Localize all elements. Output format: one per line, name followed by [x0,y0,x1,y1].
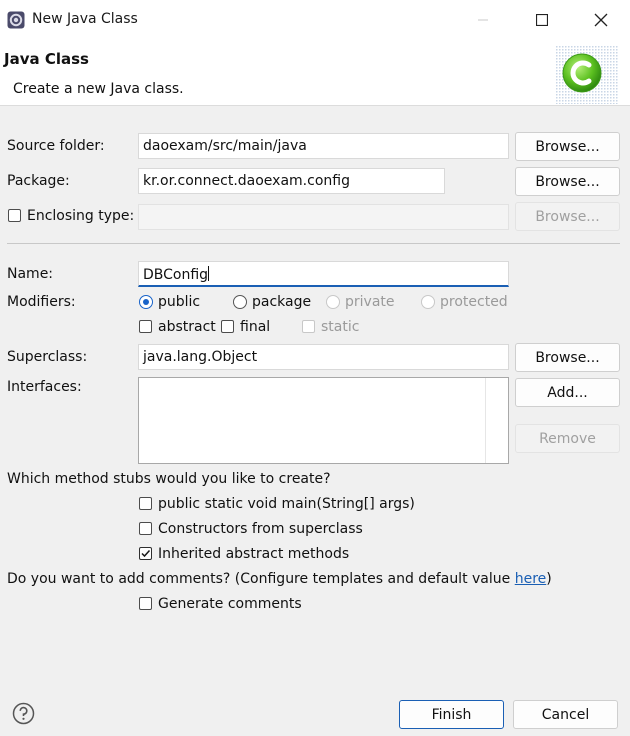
modifier-private-label: private [345,294,395,310]
name-input[interactable]: DBConfig [138,261,509,287]
enclosing-type-input [138,204,509,230]
generate-comments-checkbox[interactable] [139,597,152,610]
modifier-public-label: public [158,294,201,310]
add-interface-button[interactable]: Add... [515,378,620,407]
enclosing-type-checkbox[interactable] [8,209,21,222]
modifiers-label: Modifiers: [7,294,76,310]
configure-templates-link[interactable]: here [515,571,547,587]
minimize-icon [478,19,488,21]
maximize-button[interactable] [519,0,565,40]
source-folder-browse-button[interactable]: Browse... [515,132,620,161]
interfaces-label: Interfaces: [7,379,82,395]
superclass-browse-button[interactable]: Browse... [515,343,620,372]
modifier-protected-label: protected [440,294,508,310]
minimize-button[interactable] [460,0,506,40]
eclipse-app-icon [7,11,25,29]
modifier-package-radio[interactable] [233,295,247,309]
stub-constructors-checkbox[interactable] [139,522,152,535]
stub-inherited-label: Inherited abstract methods [158,546,350,562]
package-input[interactable]: kr.or.connect.daoexam.config [138,168,445,194]
enclosing-type-label: Enclosing type: [27,208,135,224]
name-value: DBConfig [143,267,209,283]
package-browse-button[interactable]: Browse... [515,167,620,196]
text-cursor [208,266,210,281]
modifier-private-radio [326,295,340,309]
generate-comments-label: Generate comments [158,596,302,612]
source-folder-input[interactable]: daoexam/src/main/java [138,133,509,159]
stub-main-checkbox[interactable] [139,497,152,510]
source-folder-label: Source folder: [7,138,105,154]
package-label: Package: [7,173,70,189]
separator [7,243,620,244]
comments-question: Do you want to add comments? (Configure … [7,571,552,587]
name-label: Name: [7,266,54,282]
wizard-title: Java Class [4,50,89,68]
cancel-button[interactable]: Cancel [513,700,618,729]
superclass-label: Superclass: [7,349,88,365]
modifier-public-radio[interactable] [139,295,153,309]
close-icon [594,13,608,27]
wizard-description: Create a new Java class. [13,81,184,97]
checkmark-icon [141,549,151,558]
finish-button[interactable]: Finish [399,700,504,729]
close-button[interactable] [578,0,624,40]
stubs-question: Which method stubs would you like to cre… [7,471,331,487]
stub-main-label: public static void main(String[] args) [158,496,415,512]
comments-question-text: Do you want to add comments? (Configure … [7,571,515,587]
window-title: New Java Class [32,11,138,27]
interfaces-list[interactable] [138,377,509,464]
superclass-input[interactable]: java.lang.Object [138,344,509,370]
enclosing-type-browse-button: Browse... [515,202,620,231]
stub-inherited-checkbox[interactable] [139,547,152,560]
final-checkbox[interactable] [221,320,234,333]
static-checkbox [302,320,315,333]
new-class-badge-icon [556,46,618,104]
abstract-checkbox[interactable] [139,320,152,333]
maximize-icon [536,14,548,26]
static-label: static [321,319,360,335]
help-icon[interactable] [12,702,35,725]
stub-constructors-label: Constructors from superclass [158,521,363,537]
abstract-label: abstract [158,319,216,335]
comments-question-end: ) [546,571,552,587]
final-label: final [240,319,271,335]
remove-interface-button: Remove [515,424,620,453]
modifier-protected-radio [421,295,435,309]
modifier-package-label: package [252,294,312,310]
list-column-divider [485,378,486,463]
